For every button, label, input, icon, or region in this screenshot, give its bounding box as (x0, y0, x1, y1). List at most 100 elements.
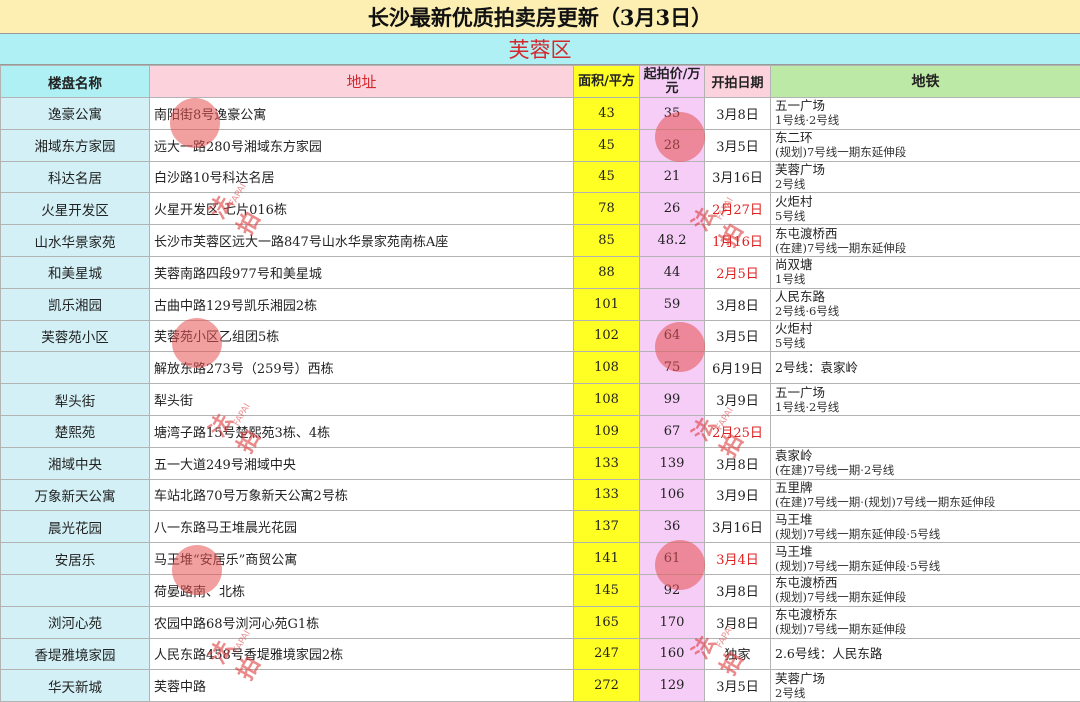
cell-address: 农园中路68号浏河心苑G1栋 (149, 605, 574, 639)
cell-date: 3月16日 (704, 160, 771, 194)
metro-lines: (在建)7号线一期·(规划)7号线一期东延伸段 (775, 494, 996, 509)
cell-price: 67 (639, 414, 705, 448)
cell-area: 247 (573, 637, 640, 671)
metro-station: 五一广场 (775, 384, 826, 400)
cell-price: 44 (639, 255, 705, 289)
cell-price: 21 (639, 160, 705, 194)
cell-date: 3月16日 (704, 510, 771, 544)
cell-area: 78 (573, 192, 640, 226)
metro-lines: (规划)7号线一期东延伸段 (775, 590, 907, 605)
cell-address: 人民东路458号香堤雅境家园2栋 (149, 637, 574, 671)
cell-name: 和美星城 (0, 255, 150, 289)
cell-price: 106 (639, 478, 705, 512)
cell-area: 133 (573, 446, 640, 480)
cell-price: 170 (639, 605, 705, 639)
header-row: 楼盘名称 地址 面积/平方 起拍价/万元 开拍日期 地铁 (0, 65, 1080, 98)
cell-metro: 东屯渡桥西 (规划)7号线一期东延伸段 (770, 573, 1080, 607)
metro-station: 东屯渡桥西 (775, 225, 838, 241)
cell-price: 92 (639, 573, 705, 607)
cell-metro: 袁家岭 (在建)7号线一期·2号线 (770, 446, 1080, 480)
cell-date: 3月5日 (704, 319, 771, 353)
cell-name: 凯乐湘园 (0, 287, 150, 321)
cell-metro: 五一广场 1号线·2号线 (770, 383, 1080, 416)
cell-date: 3月9日 (704, 383, 771, 416)
cell-name: 浏河心苑 (0, 605, 150, 639)
metro-lines: (在建)7号线一期东延伸段 (775, 240, 907, 255)
cell-date: 1月16日 (704, 224, 771, 257)
table-row: 解放东路273号（259号）西栋 108 75 6月19日 2号线：袁家岭 (0, 351, 1080, 385)
cell-address: 芙蓉苑小区乙组团5栋 (149, 319, 574, 353)
cell-area: 108 (573, 351, 640, 385)
cell-address: 火星开发区 七片016栋 (149, 192, 574, 226)
cell-metro: 五一广场 1号线·2号线 (770, 97, 1080, 130)
cell-date: 3月8日 (704, 446, 771, 480)
cell-price: 139 (639, 446, 705, 480)
cell-price: 129 (639, 669, 705, 702)
cell-price: 99 (639, 383, 705, 416)
cell-name: 晨光花园 (0, 510, 150, 544)
cell-address: 解放东路273号（259号）西栋 (149, 351, 574, 385)
cell-area: 109 (573, 414, 640, 448)
metro-lines: 5号线 (775, 208, 806, 223)
header-name: 楼盘名称 (0, 65, 150, 98)
cell-address: 塘湾子路15号楚熙苑3栋、4栋 (149, 414, 574, 448)
metro-station: 东屯渡桥东 (775, 607, 838, 623)
cell-area: 133 (573, 478, 640, 512)
cell-date: 3月9日 (704, 478, 771, 512)
metro-lines: 2号线 (775, 685, 806, 700)
cell-address: 芙蓉中路 (149, 669, 574, 702)
cell-metro: 火炬村 5号线 (770, 192, 1080, 226)
cell-area: 101 (573, 287, 640, 321)
cell-price: 160 (639, 637, 705, 671)
metro-station: 袁家岭 (775, 448, 813, 464)
cell-metro: 人民东路 2号线·6号线 (770, 287, 1080, 321)
cell-name: 湘域中央 (0, 446, 150, 480)
cell-name: 安居乐 (0, 542, 150, 575)
table-row: 万象新天公寓 车站北路70号万象新天公寓2号栋 133 106 3月9日 五里牌 (在建)7… (0, 478, 1080, 512)
metro-lines: 1号线·2号线 (775, 399, 840, 414)
cell-name: 楚熙苑 (0, 414, 150, 448)
cell-name (0, 351, 150, 385)
cell-name: 芙蓉苑小区 (0, 319, 150, 353)
cell-name: 山水华景家苑 (0, 224, 150, 257)
table-row: 犁头街 犁头街 108 99 3月9日 五一广场 1号线·2号线 (0, 383, 1080, 416)
cell-address: 长沙市芙蓉区远大一路847号山水华景家苑南栋A座 (149, 224, 574, 257)
cell-metro: 东二环 (规划)7号线一期东延伸段 (770, 128, 1080, 162)
cell-name: 香堤雅境家园 (0, 637, 150, 671)
cell-metro: 马王堆 (规划)7号线一期东延伸段·5号线 (770, 542, 1080, 575)
metro-station: 2.6号线：人民东路 (775, 645, 883, 661)
cell-metro (770, 414, 1080, 448)
table-row: 荷晏路南、北栋 145 92 3月8日 东屯渡桥西 (规划)7号线一期东延伸段 (0, 573, 1080, 607)
cell-area: 108 (573, 383, 640, 416)
cell-metro: 东屯渡桥西 (在建)7号线一期东延伸段 (770, 224, 1080, 257)
metro-lines: (规划)7号线一期东延伸段 (775, 622, 907, 637)
cell-metro: 五里牌 (在建)7号线一期·(规划)7号线一期东延伸段 (770, 478, 1080, 512)
cell-price: 48.2 (639, 224, 705, 257)
cell-area: 272 (573, 669, 640, 702)
cell-area: 43 (573, 97, 640, 130)
header-area: 面积/平方 (573, 65, 640, 98)
table-row: 科达名居 白沙路10号科达名居 45 21 3月16日 芙蓉广场 2号线 (0, 160, 1080, 194)
metro-lines: (在建)7号线一期·2号线 (775, 463, 895, 478)
table-row: 山水华景家苑 长沙市芙蓉区远大一路847号山水华景家苑南栋A座 85 48.2 1月16… (0, 224, 1080, 257)
cell-area: 88 (573, 255, 640, 289)
cell-area: 45 (573, 128, 640, 162)
table-row: 楚熙苑 塘湾子路15号楚熙苑3栋、4栋 109 67 2月25日 (0, 414, 1080, 448)
metro-lines: 1号线 (775, 272, 806, 287)
metro-station: 东二环 (775, 130, 813, 146)
cell-date: 3月8日 (704, 97, 771, 130)
header-metro: 地铁 (770, 65, 1080, 98)
cell-price: 35 (639, 97, 705, 130)
header-price: 起拍价/万元 (639, 65, 705, 98)
table-row: 和美星城 芙蓉南路四段977号和美星城 88 44 2月5日 尚双塘 1号线 (0, 255, 1080, 289)
cell-area: 145 (573, 573, 640, 607)
cell-name: 华天新城 (0, 669, 150, 702)
cell-date: 2月27日 (704, 192, 771, 226)
cell-name: 火星开发区 (0, 192, 150, 226)
cell-date: 6月19日 (704, 351, 771, 385)
cell-metro: 2.6号线：人民东路 (770, 637, 1080, 671)
metro-station: 芙蓉广场 (775, 161, 826, 177)
metro-lines: (规划)7号线一期东延伸段 (775, 145, 907, 160)
table-row: 湘域东方家园 远大一路280号湘域东方家园 45 28 3月5日 东二环 (规划)7号线一期… (0, 128, 1080, 162)
cell-date: 独家 (704, 637, 771, 671)
